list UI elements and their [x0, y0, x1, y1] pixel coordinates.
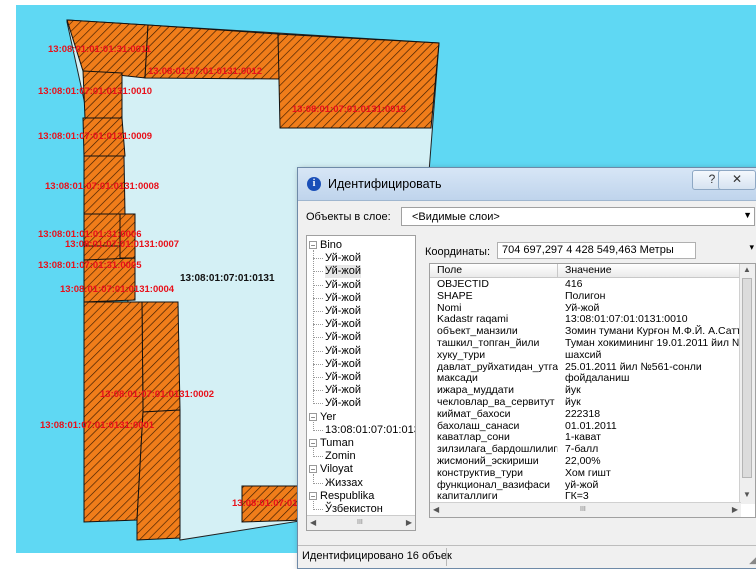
grid-header: Поле Значение [430, 264, 741, 278]
collapse-icon[interactable]: − [309, 439, 317, 448]
collapse-icon[interactable]: − [309, 241, 317, 250]
tree-connector [313, 271, 323, 273]
scroll-down-icon[interactable]: ▼ [743, 490, 751, 499]
grid-vertical-scrollbar[interactable]: ▲ ▼ [739, 264, 755, 504]
tree-item-label: Уй-жой [325, 318, 362, 331]
tree-connector [313, 456, 323, 458]
tree-group-label: Respublika [320, 489, 375, 502]
close-icon: ✕ [731, 172, 743, 186]
tree-connector [313, 377, 323, 378]
layer-select[interactable]: <Видимые слои> ▼ [401, 207, 755, 226]
scroll-thumb-grip[interactable]: III [580, 506, 586, 513]
parcel-label: 13:08:01:07:01:0131:0007 [65, 239, 179, 250]
tree-item-label: Уй-жой [325, 305, 362, 317]
tree-item-label: Уй-жой [325, 384, 362, 397]
tree-connector [313, 509, 323, 510]
chevron-down-icon: ▼ [743, 210, 752, 220]
scroll-right-icon[interactable]: ▶ [406, 518, 412, 527]
collapse-icon[interactable]: − [309, 491, 317, 500]
tree-connector [313, 429, 323, 431]
tree-group-label: Tuman [320, 437, 354, 449]
tree-group-label: Yer [320, 410, 337, 423]
parcel-label: 13:08:01:01:01:31:0011 [48, 44, 152, 55]
parcel-label: 13:08:01:07:01:31:0005 [38, 260, 142, 271]
dialog-title: Идентифицировать [328, 177, 442, 191]
tree-item-label: Уй-жой [325, 344, 362, 357]
layer-label: Объекты в слое: [306, 211, 391, 223]
tree-connector [313, 297, 323, 299]
parcel-label: 13:08:01:07:01:0131:0013 [292, 104, 406, 115]
scroll-up-icon[interactable]: ▲ [743, 265, 751, 274]
coordinates-field[interactable]: 704 697,297 4 428 549,463 Метры [497, 242, 696, 259]
tree-item-label: Уй-жой [325, 371, 362, 383]
info-icon: i [307, 177, 321, 191]
tree-group-label: Bino [320, 239, 343, 251]
layer-select-value: <Видимые слои> [412, 211, 500, 223]
close-button[interactable]: ✕ [718, 170, 756, 190]
tree-connector [313, 350, 323, 352]
tree-connector [313, 284, 323, 286]
tree-item-label: Уй-жой [325, 357, 362, 370]
column-header-value[interactable]: Значение [558, 264, 741, 277]
tree-horizontal-scrollbar[interactable]: ◀ III ▶ [307, 515, 415, 530]
parcel-label: 13:08:01:07:01:0131:0008 [45, 181, 159, 192]
parcel-label: 13:08:01:07:01:0131:0002 [100, 389, 214, 400]
parcel-0001[interactable] [83, 301, 144, 523]
tree-item-label: Уй-жой [325, 278, 362, 291]
tree-connector [313, 250, 314, 405]
tree-connector [313, 258, 323, 260]
tree-item-label: Жиззах [325, 476, 363, 489]
parcel-label: 13:08:01:07:01:0131:0004 [60, 284, 175, 295]
parcel-label: 13:08:01:07:01:0131:0009 [38, 131, 152, 142]
scroll-thumb-grip[interactable]: III [357, 519, 363, 526]
tree-item-label: Уй-жой [325, 265, 362, 279]
options-dropdown-icon[interactable]: ▾ [749, 242, 754, 253]
tree-connector [313, 311, 323, 312]
parcel-label: 13:08:01:07:01 [232, 498, 298, 509]
column-header-field[interactable]: Поле [430, 264, 558, 277]
parcel-label: 13:08:01:07:01:0131:0010 [38, 86, 152, 97]
tree-connector [313, 474, 314, 484]
identify-tree[interactable]: − Bino Уй-жой Уй-жой Уй-жой Уй-жой Уй-жой Уй-жо… [306, 235, 416, 531]
grid-horizontal-scrollbar[interactable]: ◀ III ▶ [430, 502, 741, 517]
tree-item-label: Уй-жой [325, 331, 362, 344]
tree-connector [313, 403, 323, 405]
tree-connector [313, 337, 323, 339]
status-separator [446, 548, 447, 566]
tree-item-label: Zomin [325, 450, 356, 463]
scroll-left-icon[interactable]: ◀ [433, 505, 439, 514]
tree-connector [313, 448, 314, 458]
scroll-left-icon[interactable]: ◀ [310, 518, 316, 527]
status-bar: Идентифицировано 16 объек ◢ [298, 545, 756, 568]
block-label: 13:08:01:07:01:0131 [180, 273, 275, 284]
tree-connector [313, 324, 323, 326]
attribute-grid[interactable]: Поле Значение OBJECTID 416 SHAPE Полигон Nom… [429, 263, 756, 518]
parcel-label: 13:08:01:07:01:0131:0001 [40, 420, 155, 431]
identify-dialog: i Идентифицировать ? ✕ Объекты в слое: <… [297, 167, 756, 569]
collapse-icon[interactable]: − [309, 465, 317, 474]
help-icon: ? [708, 172, 716, 186]
tree-connector [313, 482, 323, 484]
scroll-right-icon[interactable]: ▶ [732, 505, 738, 514]
parcel-label: 13:08:01:07:01:0131:0012 [148, 66, 262, 77]
tree-group-label: Viloyat [320, 463, 353, 476]
scroll-thumb[interactable] [742, 278, 752, 478]
status-text: Идентифицировано 16 объек [302, 550, 452, 562]
resize-grip-icon[interactable]: ◢ [749, 555, 756, 566]
tree-connector [313, 390, 323, 392]
dialog-titlebar[interactable]: i Идентифицировать ? ✕ [298, 168, 756, 201]
tree-item-label: 13:08:01:07:01:013 [325, 423, 416, 436]
coordinates-value: 704 697,297 4 428 549,463 Метры [502, 244, 674, 256]
coordinates-label: Координаты: [425, 246, 491, 258]
tree-item-label: Уй-жой [325, 291, 362, 304]
collapse-icon[interactable]: − [309, 412, 317, 421]
tree-connector [313, 421, 314, 431]
tree-item-label: Уй-жой [325, 397, 362, 410]
tree-item-label: Уй-жой [325, 252, 362, 265]
tree-connector [313, 500, 314, 510]
tree-connector [313, 363, 323, 365]
